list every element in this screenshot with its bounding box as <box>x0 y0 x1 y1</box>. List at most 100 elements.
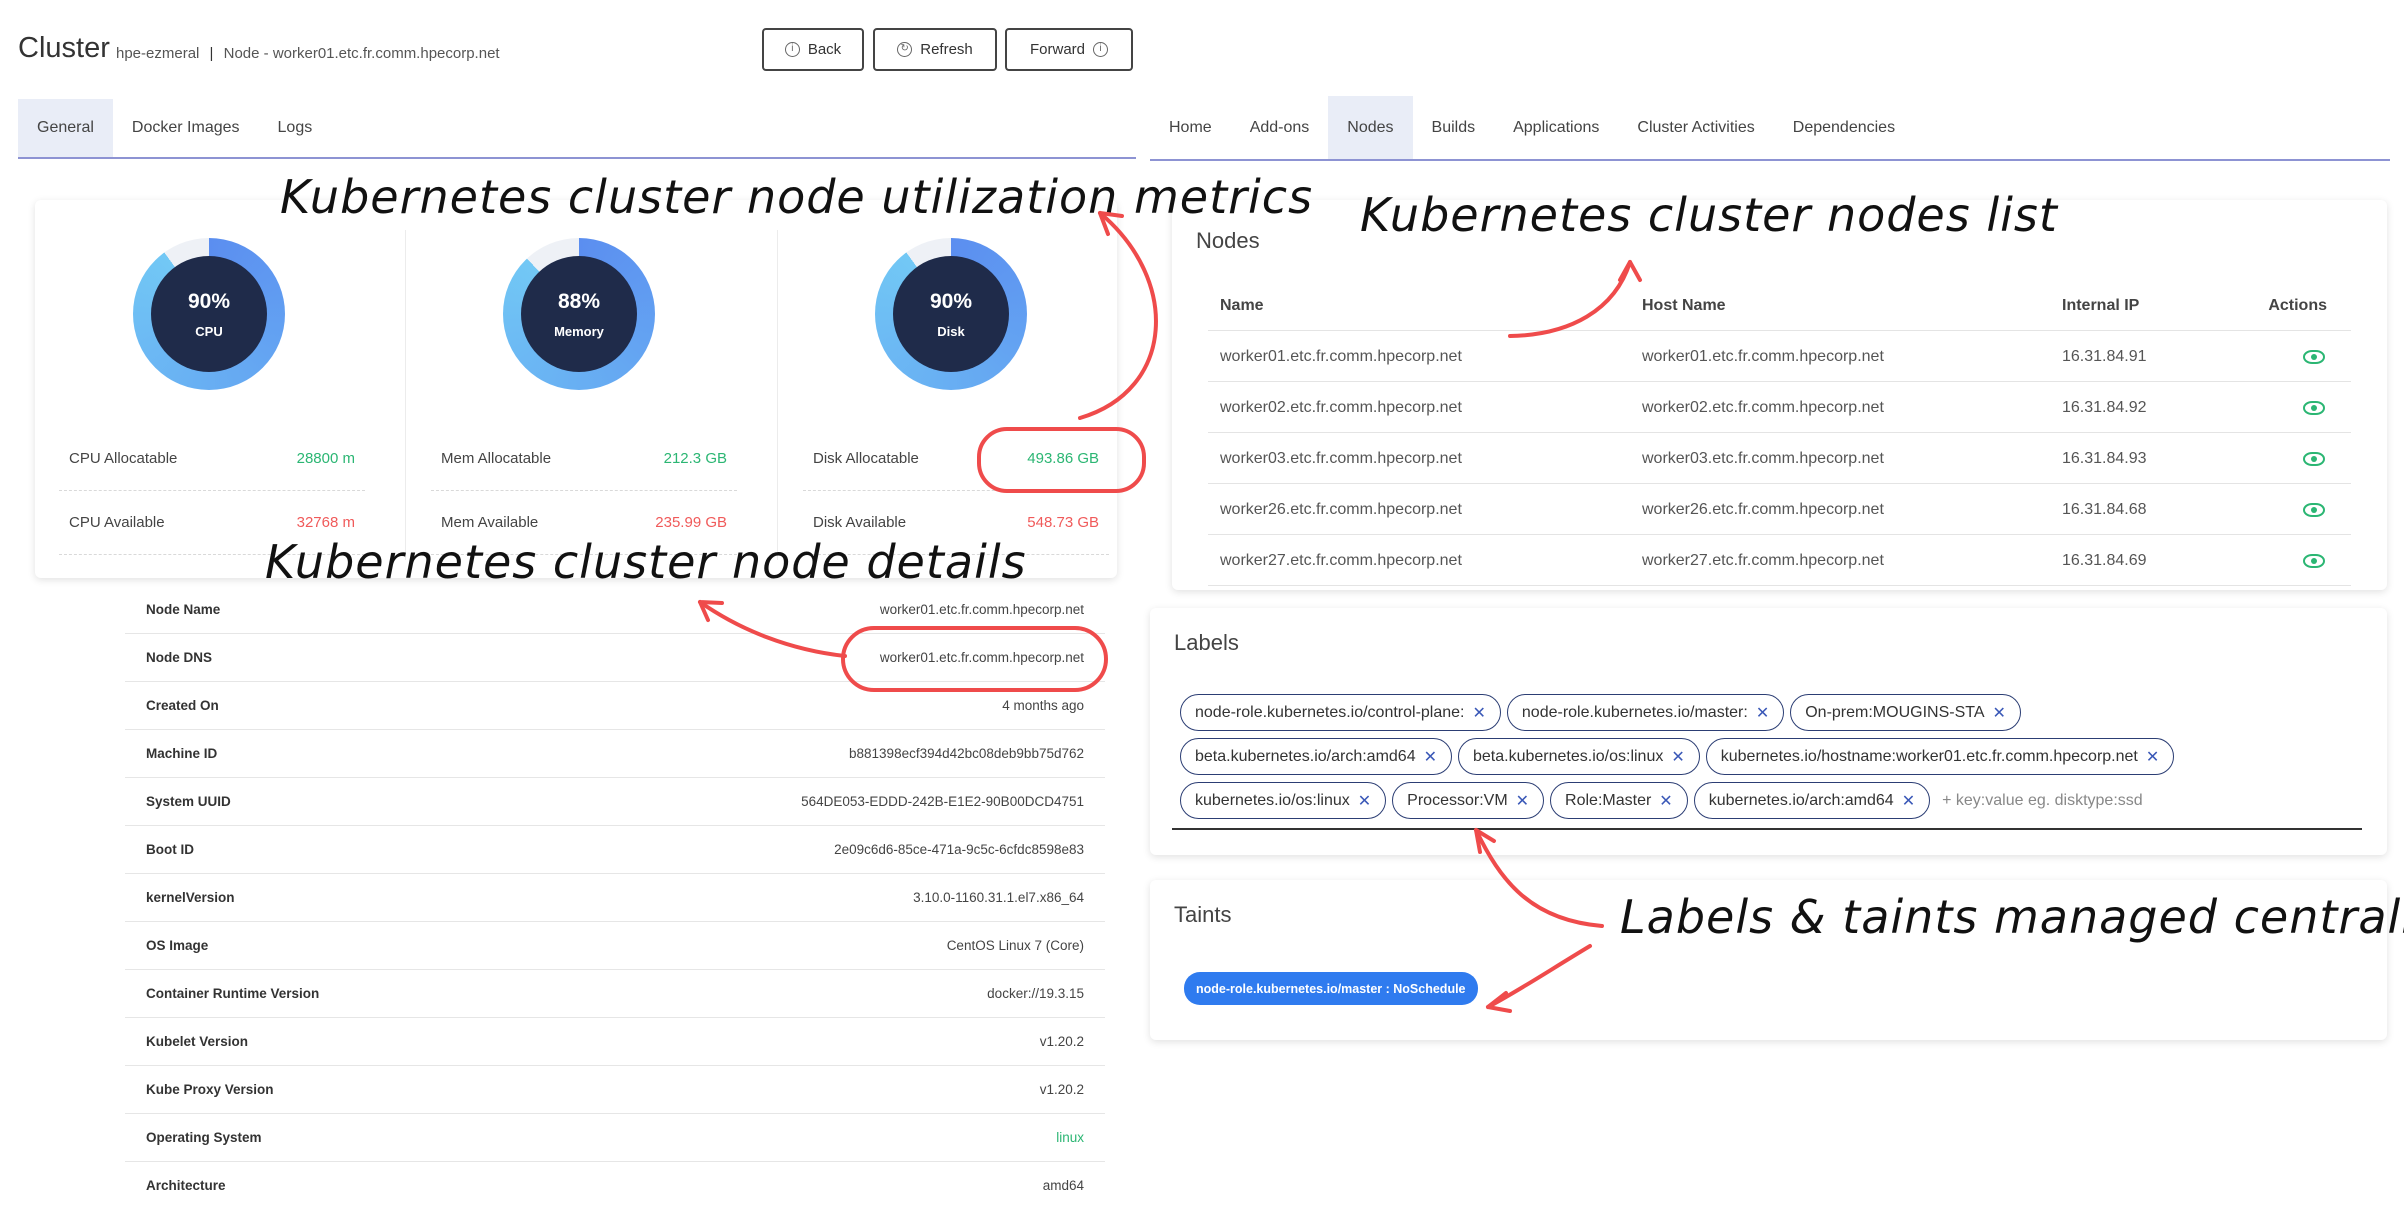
detail-row: Kubelet Version v1.20.2 <box>125 1018 1105 1066</box>
label-chip[interactable]: node-role.kubernetes.io/master: ✕ <box>1506 694 1785 731</box>
metric-value: 28800 m <box>296 450 355 467</box>
detail-value: 4 months ago <box>1002 698 1084 713</box>
gauge-core: 90% Disk <box>893 256 1009 372</box>
node-name-cell[interactable]: worker02.etc.fr.comm.hpecorp.net <box>1220 382 1462 433</box>
remove-icon[interactable]: ✕ <box>2146 747 2159 767</box>
metric-label: Disk Available <box>813 514 907 531</box>
nodes-card-title: Nodes <box>1196 228 1260 253</box>
gauge-label: CPU <box>195 324 223 339</box>
remove-icon[interactable]: ✕ <box>1516 791 1529 811</box>
node-name-cell[interactable]: worker26.etc.fr.comm.hpecorp.net <box>1220 484 1462 535</box>
remove-icon[interactable]: ✕ <box>1424 747 1437 767</box>
cpu-allocatable-row: CPU Allocatable 28800 m <box>69 450 355 467</box>
annotation-details: Kubernetes cluster node details <box>265 535 1027 589</box>
detail-row: Created On 4 months ago <box>125 682 1105 730</box>
disk-available-row: Disk Available 548.73 GB <box>813 514 1099 531</box>
actions-cell <box>2303 382 2325 433</box>
table-row[interactable]: worker03.etc.fr.comm.hpecorp.net worker03… <box>1208 433 2351 484</box>
refresh-button[interactable]: ↻ Refresh <box>873 28 997 71</box>
tab-builds[interactable]: Builds <box>1413 96 1495 159</box>
left-tab-bar: General Docker Images Logs <box>18 99 1136 159</box>
detail-value: amd64 <box>1042 1178 1084 1193</box>
metric-label: Disk Allocatable <box>813 450 919 467</box>
back-button[interactable]: i Back <box>762 28 864 71</box>
nodes-card: Nodes Name Host Name Internal IP Actions… <box>1172 200 2387 590</box>
detail-value: v1.20.2 <box>1039 1034 1084 1049</box>
actions-cell <box>2303 535 2325 586</box>
column-header-host-name[interactable]: Host Name <box>1642 280 1726 331</box>
node-details-table: Node Name worker01.etc.fr.comm.hpecorp.ne… <box>125 586 1105 1209</box>
table-row[interactable]: worker27.etc.fr.comm.hpecorp.net worker27… <box>1208 535 2351 586</box>
node-name-cell[interactable]: worker27.etc.fr.comm.hpecorp.net <box>1220 535 1462 586</box>
eye-icon[interactable] <box>2303 349 2325 364</box>
label-chip[interactable]: beta.kubernetes.io/arch:amd64 ✕ <box>1180 738 1452 775</box>
detail-key: Kube Proxy Version <box>146 1082 274 1097</box>
annotation-labels: Labels & taints managed centrally <box>1620 890 2404 944</box>
label-chip-text: node-role.kubernetes.io/master: <box>1521 703 1748 721</box>
label-chip[interactable]: kubernetes.io/os:linux ✕ <box>1180 782 1387 819</box>
gauge-core: 90% CPU <box>151 256 267 372</box>
taints-card-title: Taints <box>1174 902 1232 927</box>
table-row[interactable]: worker01.etc.fr.comm.hpecorp.net worker01… <box>1208 331 2351 382</box>
column-header-name[interactable]: Name <box>1220 280 1264 331</box>
remove-icon[interactable]: ✕ <box>1756 703 1769 723</box>
remove-icon[interactable]: ✕ <box>1358 791 1371 811</box>
label-chip[interactable]: Role:Master ✕ <box>1550 782 1688 819</box>
refresh-icon: ↻ <box>897 42 913 57</box>
back-button-label: Back <box>807 41 842 58</box>
label-chip[interactable]: Processor:VM ✕ <box>1392 782 1545 819</box>
detail-key: Created On <box>146 698 219 713</box>
page-title: Cluster <box>18 32 110 64</box>
breadcrumb: hpe-ezmeral | Node - worker01.etc.fr.com… <box>116 45 500 62</box>
label-chip-text: Processor:VM <box>1407 791 1508 809</box>
label-chip[interactable]: kubernetes.io/hostname:worker01.etc.fr.c… <box>1705 738 2175 775</box>
metric-label: CPU Allocatable <box>69 450 178 467</box>
eye-icon[interactable] <box>2303 553 2325 568</box>
tab-logs[interactable]: Logs <box>259 99 332 157</box>
chip-row: kubernetes.io/os:linux ✕ Processor:VM ✕ Role… <box>1180 782 2360 819</box>
tab-general[interactable]: General <box>18 99 113 157</box>
tab-add-ons[interactable]: Add-ons <box>1231 96 1329 159</box>
table-row[interactable]: worker02.etc.fr.comm.hpecorp.net worker02… <box>1208 382 2351 433</box>
detail-value: CentOS Linux 7 (Core) <box>946 938 1084 953</box>
right-tab-bar: Home Add-ons Nodes Builds Applications C… <box>1150 96 2390 161</box>
remove-icon[interactable]: ✕ <box>1659 791 1672 811</box>
label-chip[interactable]: node-role.kubernetes.io/control-plane: ✕ <box>1180 694 1501 731</box>
tab-nodes[interactable]: Nodes <box>1328 96 1413 159</box>
label-chip[interactable]: beta.kubernetes.io/os:linux ✕ <box>1458 738 1700 775</box>
table-row[interactable]: worker26.etc.fr.comm.hpecorp.net worker26… <box>1208 484 2351 535</box>
divider <box>803 490 1109 491</box>
tab-home[interactable]: Home <box>1150 96 1231 159</box>
eye-icon[interactable] <box>2303 451 2325 466</box>
tab-applications[interactable]: Applications <box>1494 96 1618 159</box>
forward-button[interactable]: Forward i <box>1005 28 1133 71</box>
remove-icon[interactable]: ✕ <box>1671 747 1684 767</box>
node-name-cell[interactable]: worker03.etc.fr.comm.hpecorp.net <box>1220 433 1462 484</box>
taint-chip[interactable]: node-role.kubernetes.io/master : NoSched… <box>1184 972 1478 1005</box>
column-header-internal-ip[interactable]: Internal IP <box>2062 280 2139 331</box>
label-add-input[interactable]: + key:value eg. disktype:ssd <box>1936 782 2143 819</box>
node-name-cell[interactable]: worker01.etc.fr.comm.hpecorp.net <box>1220 331 1462 382</box>
divider <box>777 230 778 560</box>
tab-docker-images[interactable]: Docker Images <box>113 99 259 157</box>
info-icon: i <box>784 42 800 57</box>
eye-icon[interactable] <box>2303 502 2325 517</box>
detail-row: Machine ID b881398ecf394d42bc08deb9bb75d7… <box>125 730 1105 778</box>
mem-available-row: Mem Available 235.99 GB <box>441 514 727 531</box>
cpu-gauge: 90% CPU <box>133 238 285 390</box>
detail-row: kernelVersion 3.10.0-1160.31.1.el7.x86_64 <box>125 874 1105 922</box>
breadcrumb-cluster[interactable]: hpe-ezmeral <box>116 45 199 62</box>
remove-icon[interactable]: ✕ <box>1473 703 1486 723</box>
remove-icon[interactable]: ✕ <box>1993 703 2006 723</box>
detail-value: linux <box>1056 1130 1084 1145</box>
label-chip[interactable]: kubernetes.io/arch:amd64 ✕ <box>1693 782 1931 819</box>
memory-gauge: 88% Memory <box>503 238 655 390</box>
metric-value: 493.86 GB <box>1027 450 1099 467</box>
tab-dependencies[interactable]: Dependencies <box>1774 96 1914 159</box>
tab-cluster-activities[interactable]: Cluster Activities <box>1618 96 1773 159</box>
remove-icon[interactable]: ✕ <box>1902 791 1915 811</box>
label-chip[interactable]: On-prem:MOUGINS-STA ✕ <box>1790 694 2021 731</box>
info-icon: i <box>1093 42 1108 57</box>
eye-icon[interactable] <box>2303 400 2325 415</box>
metric-memory: 88% Memory Mem Allocatable 212.3 GB Mem … <box>407 200 747 578</box>
